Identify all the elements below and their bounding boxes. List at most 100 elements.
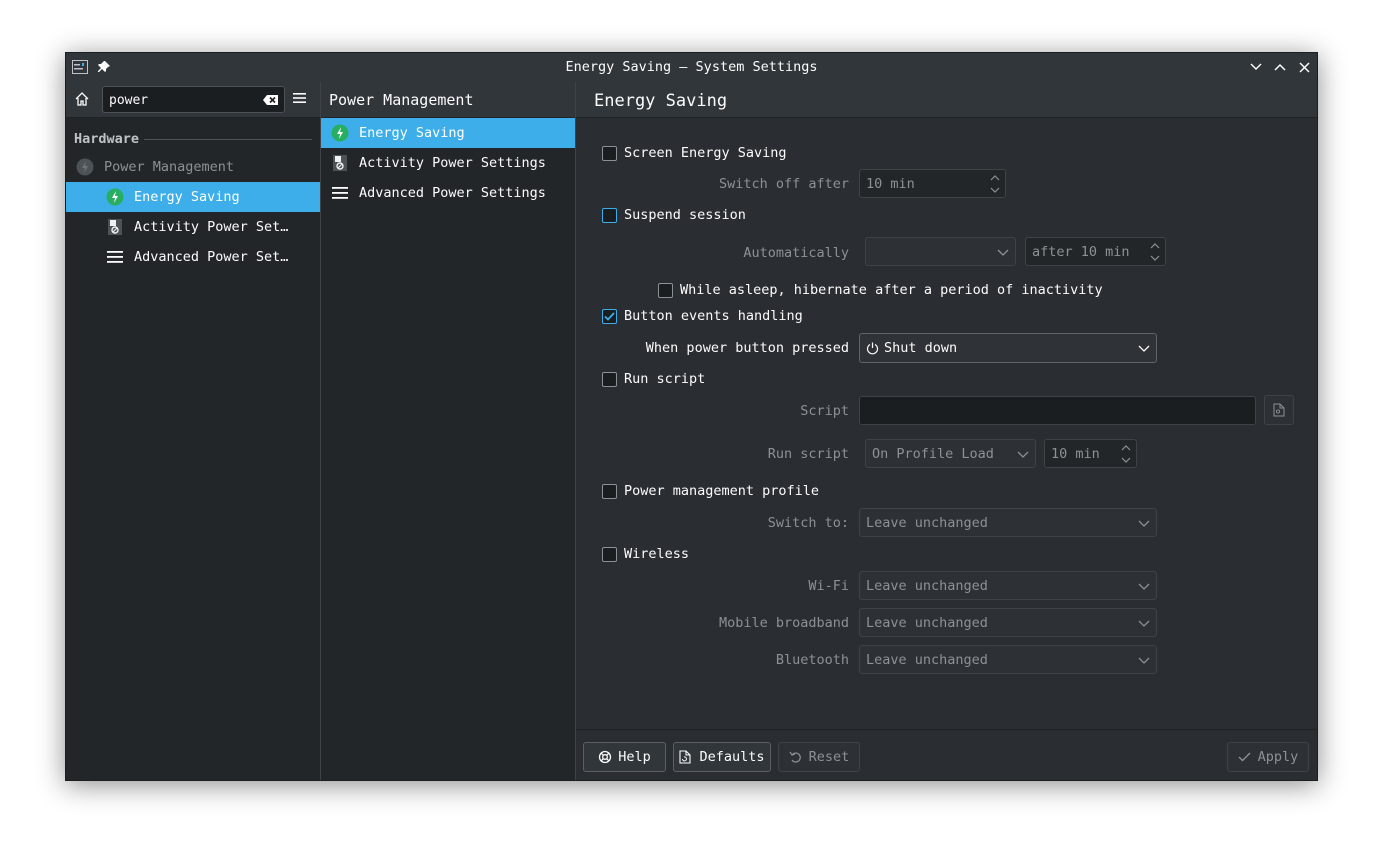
sidebar-item-label: Energy Saving bbox=[134, 189, 240, 205]
suspend-session-label: Suspend session bbox=[624, 207, 746, 223]
run-script-time-value: 10 min bbox=[1051, 446, 1100, 462]
maximize-button[interactable] bbox=[1270, 57, 1290, 77]
mobile-broadband-label: Mobile broadband bbox=[718, 615, 849, 631]
bluetooth-label: Bluetooth bbox=[775, 652, 849, 668]
button-events-label: Button events handling bbox=[624, 308, 803, 324]
open-file-icon bbox=[1273, 403, 1285, 417]
run-script-when-combo[interactable]: On Profile Load bbox=[865, 439, 1036, 468]
switch-to-value: Leave unchanged bbox=[866, 515, 988, 531]
button-bar: Help Defaults Reset Apply bbox=[576, 729, 1317, 780]
subcategory-pane: Power Management Energy Saving Activity … bbox=[321, 82, 576, 780]
script-label: Script bbox=[800, 403, 849, 419]
run-script-row[interactable]: Run script bbox=[602, 371, 705, 387]
subcategory-item-energy-saving[interactable]: Energy Saving bbox=[321, 118, 575, 148]
window-title: Energy Saving — System Settings bbox=[565, 59, 818, 75]
apply-button[interactable]: Apply bbox=[1227, 742, 1309, 772]
screen-energy-saving-row[interactable]: Screen Energy Saving bbox=[602, 145, 787, 161]
button-events-checkbox[interactable] bbox=[602, 308, 617, 324]
run-script-when-value: On Profile Load bbox=[872, 446, 994, 462]
spin-arrows-icon[interactable] bbox=[1120, 443, 1132, 465]
help-label: Help bbox=[618, 749, 651, 765]
hibernate-checkbox[interactable] bbox=[658, 282, 673, 298]
suspend-session-checkbox[interactable] bbox=[602, 207, 617, 223]
subcategory-item-label: Energy Saving bbox=[359, 125, 465, 141]
checkmark-icon bbox=[1238, 750, 1252, 764]
hibernate-row[interactable]: While asleep, hibernate after a period o… bbox=[658, 282, 1103, 298]
close-button[interactable] bbox=[1294, 57, 1314, 77]
chevron-down-icon bbox=[1138, 520, 1150, 527]
bluetooth-value: Leave unchanged bbox=[866, 652, 988, 668]
switch-off-label: Switch off after bbox=[718, 176, 849, 192]
screen-energy-saving-label: Screen Energy Saving bbox=[624, 145, 787, 161]
wireless-checkbox[interactable] bbox=[602, 546, 617, 562]
advanced-power-icon bbox=[331, 184, 349, 202]
help-button[interactable]: Help bbox=[583, 742, 666, 772]
chevron-down-icon bbox=[1138, 345, 1150, 352]
search-input[interactable] bbox=[109, 91, 259, 109]
reset-button[interactable]: Reset bbox=[778, 742, 860, 772]
activity-power-icon bbox=[106, 218, 124, 236]
search-field[interactable] bbox=[102, 86, 285, 113]
automatically-label: Automatically bbox=[743, 245, 849, 261]
run-script-checkbox[interactable] bbox=[602, 371, 617, 387]
mobile-broadband-value: Leave unchanged bbox=[866, 615, 988, 631]
defaults-icon bbox=[679, 750, 693, 764]
suspend-after-spinbox[interactable]: after 10 min bbox=[1025, 237, 1166, 266]
checkmark-icon bbox=[604, 311, 615, 321]
subcategory-item-advanced-power[interactable]: Advanced Power Settings bbox=[321, 178, 575, 208]
spin-arrows-icon[interactable] bbox=[1149, 241, 1161, 263]
suspend-session-row[interactable]: Suspend session bbox=[602, 207, 746, 223]
switch-to-label: Switch to: bbox=[767, 515, 849, 531]
page-title: Energy Saving bbox=[594, 91, 728, 111]
sidebar-item-label: Advanced Power Set… bbox=[134, 249, 289, 265]
button-events-row[interactable]: Button events handling bbox=[602, 308, 803, 324]
power-management-icon bbox=[76, 158, 94, 176]
power-button-combo[interactable]: Shut down bbox=[859, 333, 1157, 363]
sidebar-item-energy-saving[interactable]: Energy Saving bbox=[66, 182, 320, 212]
chevron-down-icon bbox=[1138, 583, 1150, 590]
wifi-combo[interactable]: Leave unchanged bbox=[859, 571, 1157, 600]
sidebar-item-power-management[interactable]: Power Management bbox=[66, 152, 320, 182]
sidebar-item-label: Power Management bbox=[104, 159, 235, 175]
suspend-type-combo[interactable] bbox=[865, 237, 1016, 266]
mobile-broadband-combo[interactable]: Leave unchanged bbox=[859, 608, 1157, 637]
run-script-when-label: Run script bbox=[767, 446, 849, 462]
subcategory-header: Power Management bbox=[321, 82, 575, 118]
sidebar-item-advanced-power[interactable]: Advanced Power Set… bbox=[66, 242, 320, 272]
pm-profile-row[interactable]: Power management profile bbox=[602, 483, 819, 499]
run-script-label: Run script bbox=[624, 371, 706, 387]
hamburger-menu-icon[interactable] bbox=[292, 91, 310, 109]
pm-profile-checkbox[interactable] bbox=[602, 483, 617, 499]
wireless-label: Wireless bbox=[624, 546, 690, 562]
system-settings-window: Energy Saving — System Settings power Ha… bbox=[65, 52, 1318, 781]
section-divider bbox=[144, 139, 312, 140]
chevron-down-icon bbox=[997, 249, 1009, 256]
home-icon[interactable] bbox=[74, 91, 92, 109]
switch-off-spinbox[interactable]: 10 min bbox=[859, 169, 1006, 198]
subcategory-item-activity-power[interactable]: Activity Power Settings bbox=[321, 148, 575, 178]
sidebar-item-activity-power[interactable]: Activity Power Set… bbox=[66, 212, 320, 242]
script-path-input[interactable] bbox=[859, 396, 1256, 425]
pm-profile-label: Power management profile bbox=[624, 483, 820, 499]
suspend-after-value: after 10 min bbox=[1032, 244, 1130, 260]
wifi-label: Wi-Fi bbox=[808, 578, 849, 594]
energy-saving-icon bbox=[106, 188, 124, 206]
title-bar: Energy Saving — System Settings bbox=[66, 53, 1317, 83]
run-script-time-spinbox[interactable]: 10 min bbox=[1044, 439, 1137, 468]
reset-label: Reset bbox=[808, 749, 850, 765]
screen-energy-saving-checkbox[interactable] bbox=[602, 145, 617, 161]
bluetooth-combo[interactable]: Leave unchanged bbox=[859, 645, 1157, 674]
content-header: Energy Saving bbox=[576, 82, 1317, 118]
switch-to-combo[interactable]: Leave unchanged bbox=[859, 508, 1157, 537]
browse-script-button[interactable] bbox=[1264, 395, 1294, 425]
sidebar: Hardware Power Management Energy Saving … bbox=[66, 82, 321, 780]
minimize-button[interactable] bbox=[1246, 57, 1266, 77]
hibernate-label: While asleep, hibernate after a period o… bbox=[680, 282, 1103, 298]
power-button-value: Shut down bbox=[884, 340, 958, 356]
spin-arrows-icon[interactable] bbox=[989, 173, 1001, 195]
defaults-button[interactable]: Defaults bbox=[673, 742, 771, 772]
clear-search-icon[interactable] bbox=[262, 91, 280, 109]
wireless-row[interactable]: Wireless bbox=[602, 546, 689, 562]
wifi-value: Leave unchanged bbox=[866, 578, 988, 594]
chevron-down-icon bbox=[1017, 451, 1029, 458]
